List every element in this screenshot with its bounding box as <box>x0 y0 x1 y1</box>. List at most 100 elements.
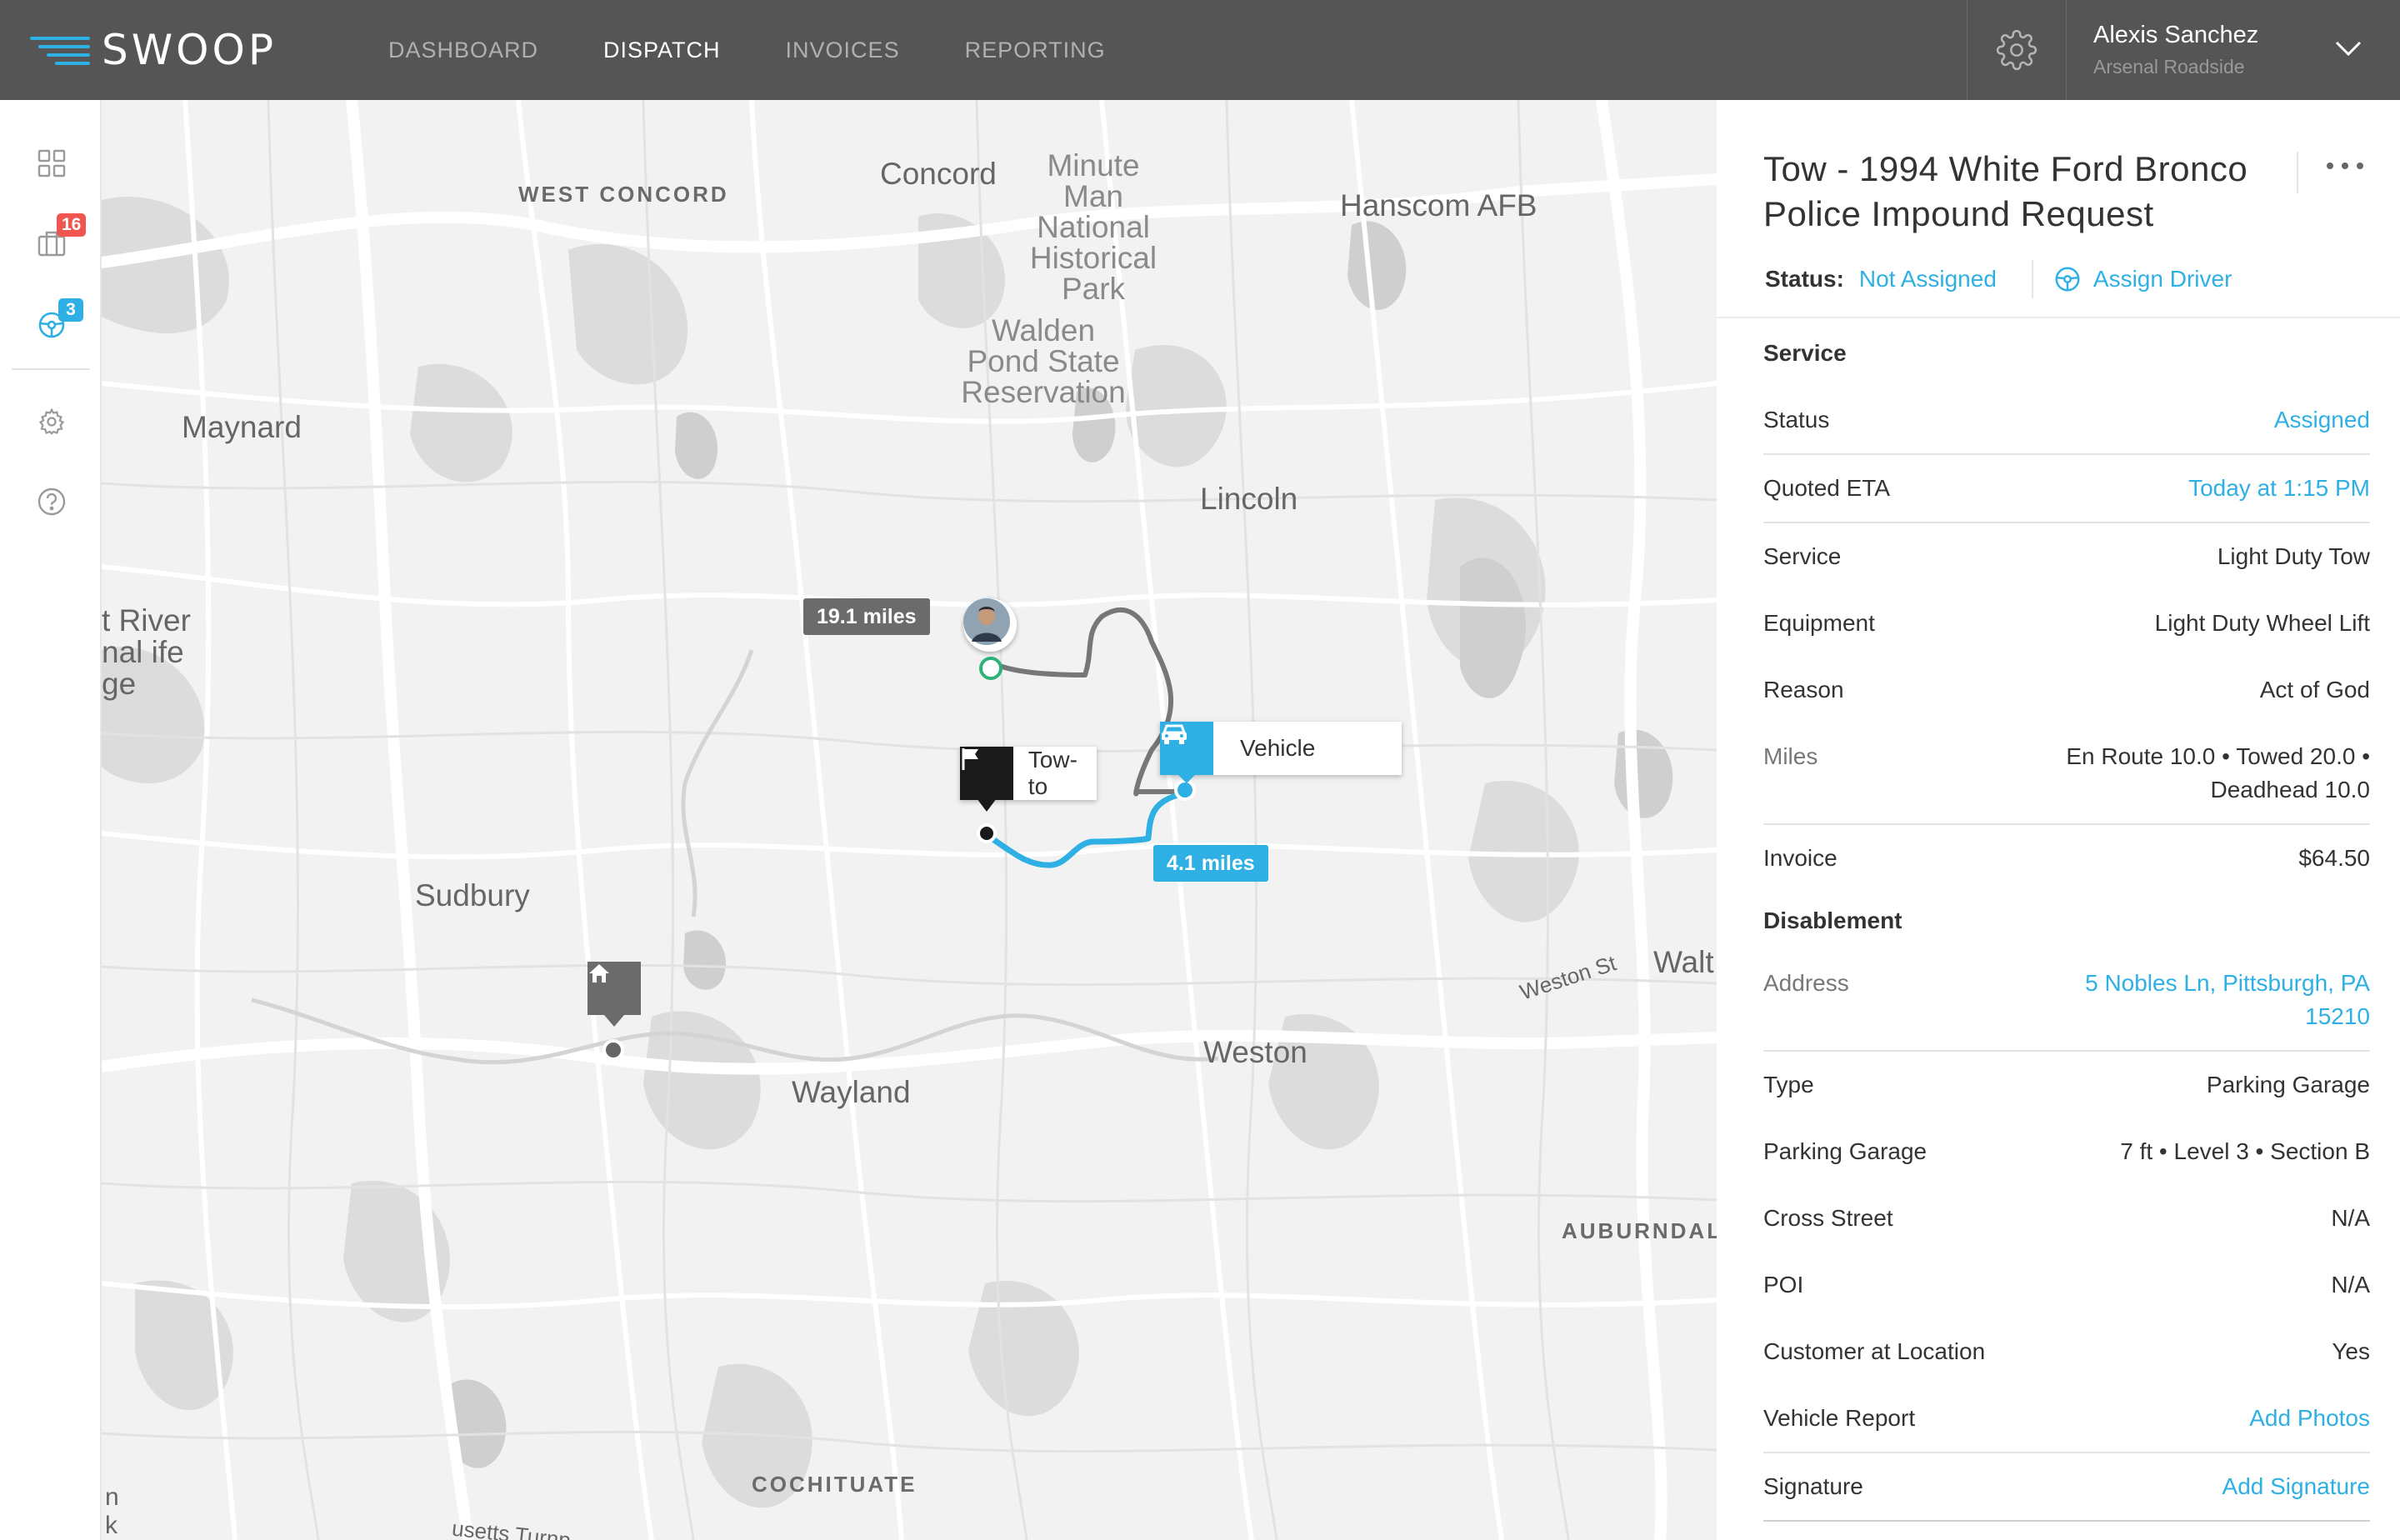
car-icon <box>1162 724 1187 744</box>
parking-garage-row: Parking Garage 7 ft • Level 3 • Section … <box>1763 1118 2370 1185</box>
service-section-title: Service <box>1763 340 1847 366</box>
address-row: Address 5 Nobles Ln, Pittsburgh, PA 1521… <box>1763 950 2370 1052</box>
parking-garage-value: 7 ft • Level 3 • Section B <box>2120 1138 2370 1164</box>
row-label: POI <box>1763 1272 1804 1298</box>
disablement-section: Disablement Address 5 Nobles Ln, Pittsbu… <box>1763 892 2370 1522</box>
disablement-section-title: Disablement <box>1763 908 1902 933</box>
map-label-lincoln: Lincoln <box>1200 482 1298 516</box>
map-label-walt: Walt <box>1653 945 1714 979</box>
cross-street-row: Cross Street N/A <box>1763 1185 2370 1252</box>
tow-route-miles-badge: 4.1 miles <box>1153 845 1268 882</box>
map-label-concord: Concord <box>880 157 997 191</box>
assign-driver-label: Assign Driver <box>2092 266 2232 292</box>
quoted-eta-value[interactable]: Today at 1:15 PM <box>2188 472 2370 505</box>
row-label: Cross Street <box>1763 1205 1893 1231</box>
gear-icon <box>1996 29 2038 71</box>
job-details-panel: Tow - 1994 White Ford Bronco Police Impo… <box>1717 100 2400 1540</box>
sidebar-help[interactable] <box>33 483 70 520</box>
swoop-logo[interactable]: SWOOP <box>30 26 305 74</box>
more-options-icon[interactable] <box>2322 153 2368 178</box>
map-label-auburndale: AUBURNDALE <box>1562 1218 1717 1243</box>
home-icon <box>589 964 609 982</box>
title-separator <box>2297 152 2298 193</box>
row-label: Parking Garage <box>1763 1138 1928 1164</box>
sidebar-settings[interactable] <box>33 403 70 440</box>
main-nav: DASHBOARD DISPATCH INVOICES REPORTING <box>388 0 1171 100</box>
settings-button[interactable] <box>1967 0 2067 100</box>
customer-at-location-value: Yes <box>2332 1338 2370 1364</box>
miles-row: Miles En Route 10.0 • Towed 20.0 • Deadh… <box>1763 723 2370 825</box>
map-label-walden: Walden Pond State Reservation <box>961 313 1126 409</box>
invoice-row: Invoice $64.50 <box>1763 825 2370 892</box>
map-background <box>102 100 1717 1540</box>
top-navigation-bar: SWOOP DASHBOARD DISPATCH INVOICES REPORT… <box>0 0 2400 100</box>
sidebar-dashboard[interactable] <box>33 145 70 182</box>
tow-to-marker[interactable]: Tow-to <box>960 747 1097 800</box>
map-label-hanscom: Hanscom AFB <box>1340 188 1538 222</box>
row-label: Equipment <box>1763 610 1875 636</box>
row-label: Reason <box>1763 677 1844 702</box>
assign-driver-button[interactable]: Assign Driver <box>2053 265 2232 293</box>
job-status-value[interactable]: Not Assigned <box>1859 266 1997 292</box>
driver-route-miles-badge: 19.1 miles <box>803 598 930 635</box>
driver-avatar[interactable] <box>963 598 1017 652</box>
address-value[interactable]: 5 Nobles Ln, Pittsburgh, PA 15210 <box>2053 967 2370 1033</box>
jobs-count-badge: 16 <box>57 213 87 237</box>
left-sidebar: 16 3 <box>0 100 102 1540</box>
service-status-row: Status Assigned <box>1763 387 2370 455</box>
invoice-value: $64.50 <box>2298 845 2370 871</box>
status-label: Status: <box>1765 266 1844 292</box>
map-label-edge-n: n <box>105 1483 119 1511</box>
vehicle-icon-box <box>1160 722 1213 775</box>
reason-row: Reason Act of God <box>1763 657 2370 723</box>
poi-value: N/A <box>2331 1272 2370 1298</box>
row-label: Vehicle Report <box>1763 1405 1916 1431</box>
add-photos-link[interactable]: Add Photos <box>2249 1402 2370 1435</box>
nav-invoices[interactable]: INVOICES <box>786 38 900 63</box>
customer-at-location-row: Customer at Location Yes <box>1763 1318 2370 1385</box>
type-row: Type Parking Garage <box>1763 1052 2370 1118</box>
add-signature-link[interactable]: Add Signature <box>2222 1470 2370 1503</box>
vehicle-label: Vehicle <box>1240 735 1316 761</box>
equipment-row: Equipment Light Duty Wheel Lift <box>1763 590 2370 657</box>
nav-dispatch[interactable]: DISPATCH <box>603 38 721 63</box>
vehicle-pointer <box>1177 773 1197 783</box>
service-type-row: Service Light Duty Tow <box>1763 523 2370 590</box>
vehicle-marker[interactable]: Vehicle <box>1160 722 1402 775</box>
quoted-eta-row: Quoted ETA Today at 1:15 PM <box>1763 455 2370 523</box>
panel-header-divider <box>1717 317 2400 318</box>
nav-dashboard[interactable]: DASHBOARD <box>388 38 538 63</box>
map-label-river: t River nal ife ge <box>102 603 191 701</box>
signature-row: Signature Add Signature <box>1763 1453 2370 1522</box>
steering-wheel-icon <box>2055 267 2080 292</box>
map-label-weston: Weston <box>1203 1035 1308 1069</box>
logo-text: SWOOP <box>102 26 278 74</box>
user-name: Alexis Sanchez <box>2093 22 2259 48</box>
user-menu[interactable]: Alexis Sanchez Arsenal Roadside <box>2093 22 2258 78</box>
user-company: Arsenal Roadside <box>2093 56 2245 78</box>
job-title: Tow - 1994 White Ford Bronco Police Impo… <box>1763 147 2280 237</box>
job-title-line2: Police Impound Request <box>1763 194 2154 233</box>
home-pointer <box>604 1015 624 1027</box>
nav-reporting[interactable]: REPORTING <box>965 38 1106 63</box>
home-marker[interactable] <box>588 962 641 1015</box>
map-label-edge-k: k <box>105 1512 118 1539</box>
reason-value: Act of God <box>2259 677 2370 702</box>
poi-row: POI N/A <box>1763 1252 2370 1318</box>
tow-to-pointer <box>977 798 997 812</box>
row-label: Customer at Location <box>1763 1338 1986 1364</box>
cross-street-value: N/A <box>2331 1205 2370 1231</box>
vehicle-report-row: Vehicle Report Add Photos <box>1763 1385 2370 1453</box>
job-status-line: Status: Not Assigned Assign Driver <box>1765 258 2232 300</box>
tow-to-label: Tow-to <box>1028 747 1078 799</box>
service-type-value: Light Duty Tow <box>2217 543 2370 569</box>
map-view[interactable]: WEST CONCORD Concord Minute Man National… <box>102 100 1717 1540</box>
map-label-wayland: Wayland <box>792 1075 911 1109</box>
tow-to-icon-box <box>960 747 1013 800</box>
service-section: Service Status Assigned Quoted ETA Today… <box>1763 320 2370 892</box>
service-status-value[interactable]: Assigned <box>2274 403 2370 437</box>
flag-icon <box>962 748 978 770</box>
grid-icon <box>38 149 66 178</box>
chevron-down-icon[interactable] <box>2333 38 2363 58</box>
drivers-count-badge: 3 <box>58 298 83 322</box>
